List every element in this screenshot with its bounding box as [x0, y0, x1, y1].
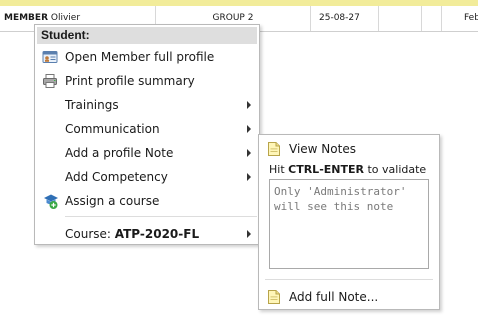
profile-note-submenu: View Notes Hit CTRL-ENTER to validate Ad…: [258, 134, 440, 310]
member-first-name: Olivier: [50, 13, 81, 23]
open-member-profile-label: Open Member full profile: [65, 50, 215, 64]
view-notes-item[interactable]: View Notes: [259, 137, 439, 161]
print-profile-summary-label: Print profile summary: [65, 74, 195, 88]
communication-item[interactable]: Communication: [35, 117, 259, 141]
print-profile-summary-item[interactable]: Print profile summary: [35, 69, 259, 93]
course-code: ATP-2020-FL: [114, 227, 200, 241]
submenu-arrow-icon: [247, 230, 251, 238]
add-competency-item[interactable]: Add Competency: [35, 165, 259, 189]
course-label: Course:: [65, 227, 111, 241]
id-card-icon: [42, 49, 58, 65]
view-notes-label: View Notes: [289, 142, 356, 156]
assign-course-item[interactable]: Assign a course: [35, 189, 259, 213]
date-cell: 25-08-27: [311, 6, 379, 31]
menu-divider: [65, 216, 257, 217]
student-context-menu: Student: Open Member full profile Print …: [34, 24, 260, 245]
member-last-name: MEMBER: [4, 13, 48, 23]
month-cell: Feb: [464, 13, 478, 23]
course-item[interactable]: Course: ATP-2020-FL: [35, 222, 259, 246]
add-profile-note-item[interactable]: Add a profile Note: [35, 141, 259, 165]
submenu-arrow-icon: [247, 125, 251, 133]
empty-cell: [422, 6, 442, 31]
submenu-arrow-icon: [247, 173, 251, 181]
note-icon: [267, 289, 281, 305]
assign-course-label: Assign a course: [65, 194, 160, 208]
assign-course-icon: [42, 193, 58, 209]
note-icon: [267, 141, 281, 157]
add-full-note-item[interactable]: Add full Note...: [259, 285, 439, 309]
submenu-divider: [265, 279, 433, 280]
add-full-note-label: Add full Note...: [289, 290, 379, 304]
menu-header: Student:: [37, 27, 257, 44]
hint-key: CTRL-ENTER: [288, 163, 364, 176]
add-competency-label: Add Competency: [65, 170, 168, 184]
communication-label: Communication: [65, 122, 160, 136]
trainings-label: Trainings: [65, 98, 119, 112]
hint-suffix: to validate: [367, 163, 427, 176]
submenu-arrow-icon: [247, 149, 251, 157]
hint-prefix: Hit: [269, 163, 285, 176]
submenu-arrow-icon: [247, 101, 251, 109]
validate-hint: Hit CTRL-ENTER to validate: [269, 163, 426, 176]
empty-cell: [379, 6, 422, 31]
printer-icon: [42, 73, 58, 89]
add-profile-note-label: Add a profile Note: [65, 146, 174, 160]
open-member-profile-item[interactable]: Open Member full profile: [35, 45, 259, 69]
note-textarea[interactable]: [269, 179, 429, 269]
trainings-item[interactable]: Trainings: [35, 93, 259, 117]
